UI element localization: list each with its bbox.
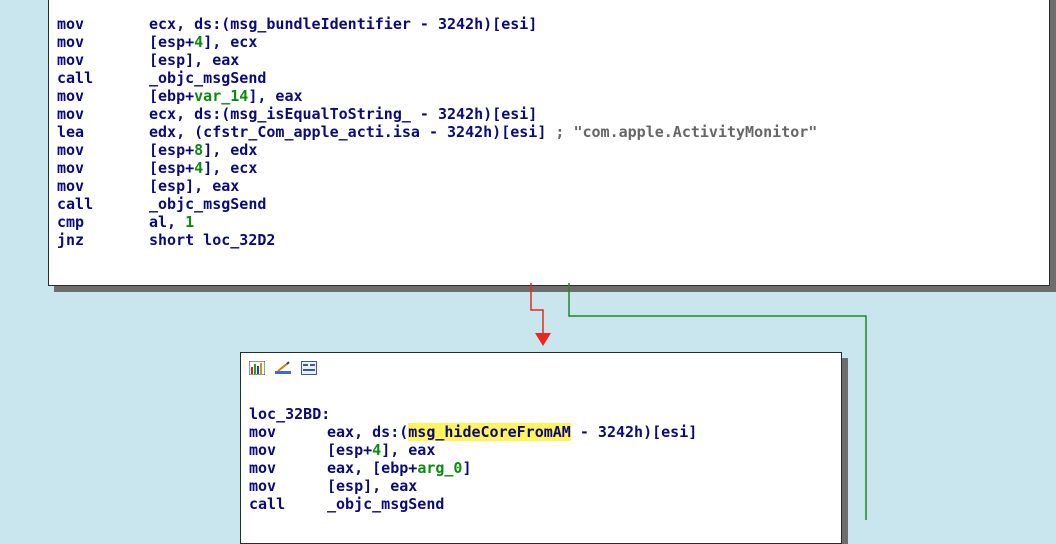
asm-line[interactable]: call _objc_msgSend [249, 495, 444, 513]
argument-variable[interactable]: arg_0 [417, 459, 462, 477]
graph-color-icon[interactable] [249, 361, 265, 375]
operands: eax, ds:( [327, 423, 409, 441]
edit-pencil-icon[interactable] [275, 361, 291, 375]
operands: [esp+ [327, 441, 373, 459]
mnemonic: mov [249, 477, 277, 495]
mnemonic: mov [249, 423, 277, 441]
operands-tail: ], eax [381, 441, 436, 459]
mnemonic: mov [249, 441, 277, 459]
asm-line[interactable]: mov [esp+4], eax [249, 441, 435, 459]
code-block-loc-32bd[interactable]: loc_32BD: mov eax, ds:(msg_hideCoreFromAM… [240, 352, 842, 544]
operands-tail: ] [462, 459, 472, 477]
asm-line[interactable]: mov [esp], eax [249, 477, 417, 495]
mnemonic: mov [249, 459, 277, 477]
highlighted-selector[interactable]: msg_hideCoreFromAM [408, 423, 571, 441]
asm-line[interactable]: mov eax, [ebp+arg_0] [249, 459, 472, 477]
operands: [esp], eax [327, 477, 418, 495]
asm-line[interactable]: mov eax, ds:(msg_hideCoreFromAM - 3242h)[… [249, 423, 697, 441]
edge-arrowhead [535, 333, 551, 346]
mnemonic: call [249, 495, 286, 513]
operands-tail: - 3242h)[esi] [570, 423, 698, 441]
operands: _objc_msgSend [327, 495, 445, 513]
false-branch-edge[interactable] [530, 283, 544, 335]
offset-number: 4 [372, 441, 382, 459]
operands: eax, [ebp+ [327, 459, 418, 477]
hex-view-icon[interactable] [301, 361, 317, 375]
code-label[interactable]: loc_32BD: [249, 405, 330, 423]
